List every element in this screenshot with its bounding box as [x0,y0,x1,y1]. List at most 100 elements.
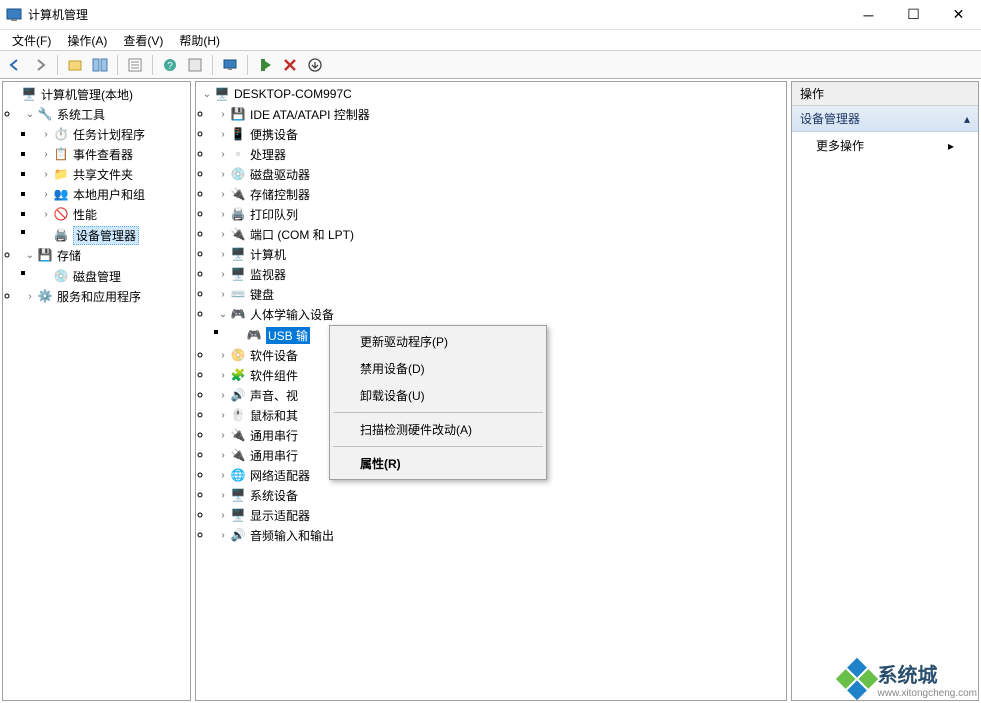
cm-update-driver[interactable]: 更新驱动程序(P) [332,328,544,355]
toolbar-separator [117,55,118,75]
expand-icon[interactable]: › [216,229,230,240]
device-storage-ctrl[interactable]: ›🔌存储控制器 [212,184,786,204]
expand-icon[interactable]: › [39,209,53,220]
tree-performance[interactable]: ›🚫性能 [35,204,190,224]
expand-icon[interactable]: › [216,209,230,220]
expand-icon[interactable]: › [23,291,37,302]
workspace: 🖥️ 计算机管理(本地) ⌄ 🔧 系统工具 ›⏱️任务计划程序 ›📋事件查看器 [0,79,981,703]
expand-icon[interactable]: › [216,169,230,180]
device-ports[interactable]: ›🔌端口 (COM 和 LPT) [212,224,786,244]
audio-icon: 🔊 [230,527,246,543]
device-audio-io[interactable]: ›🔊音频输入和输出 [212,525,786,545]
expand-icon[interactable]: › [216,490,230,501]
system-dev-icon: 🖥️ [230,487,246,503]
collapse-icon[interactable]: ⌄ [200,89,214,100]
expand-icon[interactable]: › [39,129,53,140]
device-computer[interactable]: ›🖥️计算机 [212,244,786,264]
expand-icon[interactable]: › [39,149,53,160]
monitor-button[interactable] [219,54,241,76]
computer-icon: 🖥️ [214,86,230,102]
tree-services[interactable]: ›⚙️服务和应用程序 [19,286,190,306]
tree-storage[interactable]: ⌄ 💾 存储 [19,245,190,265]
tree-shared-folders[interactable]: ›📁共享文件夹 [35,164,190,184]
actions-group[interactable]: 设备管理器 ▴ [792,106,978,132]
device-keyboards[interactable]: ›⌨️键盘 [212,284,786,304]
sound-icon: 🔊 [230,387,246,403]
device-monitors[interactable]: ›🖥️监视器 [212,264,786,284]
expand-icon[interactable]: › [216,450,230,461]
device-disk-drives[interactable]: ›💿磁盘驱动器 [212,164,786,184]
device-portable[interactable]: ›📱便携设备 [212,124,786,144]
device-tree-pane: ⌄ 🖥️ DESKTOP-COM997C ›💾IDE ATA/ATAPI 控制器… [195,81,787,701]
expand-icon[interactable]: › [216,430,230,441]
update-button[interactable] [304,54,326,76]
expand-icon[interactable]: › [216,249,230,260]
device-hid[interactable]: ⌄🎮人体学输入设备 [212,304,786,324]
collapse-icon[interactable]: ⌄ [23,109,37,120]
up-button[interactable] [64,54,86,76]
device-processors[interactable]: ›▫️处理器 [212,144,786,164]
menu-view[interactable]: 查看(V) [115,30,171,51]
context-menu: 更新驱动程序(P) 禁用设备(D) 卸载设备(U) 扫描检测硬件改动(A) 属性… [329,325,547,480]
device-display[interactable]: ›🖥️显示适配器 [212,505,786,525]
expand-icon[interactable]: › [216,510,230,521]
collapse-icon[interactable]: ⌄ [216,309,230,320]
device-root[interactable]: ⌄ 🖥️ DESKTOP-COM997C [196,84,786,104]
disk-icon: 💿 [53,268,69,284]
cm-properties[interactable]: 属性(R) [332,450,544,477]
expand-icon[interactable]: › [216,269,230,280]
scan-button[interactable] [254,54,276,76]
expand-icon[interactable]: › [216,129,230,140]
cm-scan-hardware[interactable]: 扫描检测硬件改动(A) [332,416,544,443]
expand-icon[interactable]: › [216,289,230,300]
delete-button[interactable] [279,54,301,76]
help-button[interactable]: ? [159,54,181,76]
expand-icon[interactable]: › [216,189,230,200]
device-print-queues[interactable]: ›🖨️打印队列 [212,204,786,224]
tree-device-manager[interactable]: 🖨️设备管理器 [35,225,190,245]
expand-icon[interactable]: › [216,530,230,541]
properties-button[interactable] [124,54,146,76]
menu-file[interactable]: 文件(F) [4,30,59,51]
close-button[interactable]: ✕ [936,1,981,29]
usb-icon: 🔌 [230,447,246,463]
tree-root-computer-mgmt[interactable]: 🖥️ 计算机管理(本地) [3,84,190,104]
cm-separator [333,446,543,447]
refresh-button[interactable] [184,54,206,76]
expand-icon[interactable]: › [39,169,53,180]
expand-icon[interactable]: › [216,470,230,481]
forward-button[interactable] [29,54,51,76]
tree-task-scheduler[interactable]: ›⏱️任务计划程序 [35,124,190,144]
toolbar-separator [247,55,248,75]
menu-bar: 文件(F) 操作(A) 查看(V) 帮助(H) [0,30,981,51]
expand-icon[interactable]: › [39,189,53,200]
cm-uninstall-device[interactable]: 卸载设备(U) [332,382,544,409]
device-system[interactable]: ›🖥️系统设备 [212,485,786,505]
expand-icon[interactable]: › [216,410,230,421]
expand-icon[interactable]: › [216,370,230,381]
tree-local-users[interactable]: ›👥本地用户和组 [35,184,190,204]
back-button[interactable] [4,54,26,76]
device-ide[interactable]: ›💾IDE ATA/ATAPI 控制器 [212,104,786,124]
maximize-button[interactable]: ☐ [891,1,936,29]
menu-help[interactable]: 帮助(H) [171,30,228,51]
expand-icon[interactable]: › [216,390,230,401]
expand-icon[interactable]: › [216,350,230,361]
collapse-icon[interactable]: ⌄ [23,250,37,261]
actions-more[interactable]: 更多操作 ▸ [792,132,978,159]
expand-icon[interactable]: › [216,109,230,120]
menu-action[interactable]: 操作(A) [59,30,115,51]
disk-drive-icon: 💿 [230,166,246,182]
tree-event-viewer[interactable]: ›📋事件查看器 [35,144,190,164]
tree-disk-management[interactable]: 💿磁盘管理 [35,266,190,286]
svg-text:?: ? [167,61,173,72]
tree-system-tools[interactable]: ⌄ 🔧 系统工具 [19,104,190,124]
minimize-button[interactable]: ─ [846,1,891,29]
mouse-icon: 🖱️ [230,407,246,423]
title-bar: 计算机管理 ─ ☐ ✕ [0,0,981,30]
services-icon: ⚙️ [37,288,53,304]
cm-disable-device[interactable]: 禁用设备(D) [332,355,544,382]
expand-icon[interactable]: › [216,149,230,160]
show-hide-button[interactable] [89,54,111,76]
users-icon: 👥 [53,186,69,202]
